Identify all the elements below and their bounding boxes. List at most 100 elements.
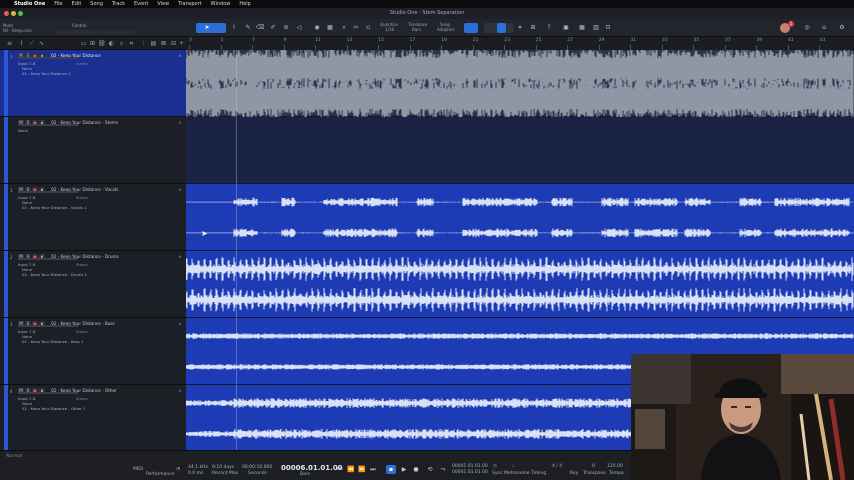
add-track-icon[interactable]: + [178, 40, 185, 47]
menu-transport[interactable]: Transport [178, 0, 201, 8]
track-lane[interactable] [186, 117, 854, 184]
scissors-tool-icon[interactable]: ✂ [352, 24, 360, 32]
play-icon[interactable]: ▶ [399, 465, 409, 474]
zoom-tool-icon[interactable]: ⌕ [340, 24, 348, 32]
track-list-icon[interactable]: ≡ [6, 40, 13, 47]
collapse-icon[interactable]: ⊟ [170, 40, 177, 47]
sync-icon[interactable]: ◎ [803, 24, 811, 32]
punch-icon[interactable]: ⤳ [438, 465, 448, 474]
track-header[interactable]: M S ● ◖ 02 - Keep Your Distance - Stems ⩘ None [0, 117, 186, 184]
menu-help[interactable]: Help [239, 0, 250, 8]
layers-icon[interactable]: ▤ [150, 40, 157, 47]
track-header[interactable]: 4 M S ● ◖ 02 - Keep Your Distance - Other ⩘ Inp… [0, 385, 186, 452]
menu-edit[interactable]: Edit [72, 0, 82, 8]
menu-song[interactable]: Song [90, 0, 103, 8]
search-icon[interactable]: ⌕ [118, 40, 125, 47]
track-volume-slider[interactable] [18, 57, 78, 59]
split-tool-icon[interactable]: ✎ [244, 24, 252, 32]
track-automation-icon[interactable]: ⩘ [178, 53, 181, 59]
menu-app[interactable]: Studio One [14, 0, 45, 8]
close-window-button[interactable] [4, 11, 9, 16]
edit-mode-icon[interactable]: ⊞ [529, 24, 537, 32]
minimize-window-button[interactable] [11, 11, 16, 16]
loop-icon[interactable]: ▪ [386, 465, 396, 474]
track-automation-icon[interactable]: ⩘ [178, 254, 181, 260]
track-lane[interactable] [186, 251, 854, 318]
snap-toggle-button[interactable] [464, 23, 478, 33]
track-volume-slider[interactable] [18, 124, 78, 126]
track-output[interactable]: 02 - Keep Your Distance - Bass 1 [22, 339, 83, 344]
snap-grid-icon[interactable]: ▦ [326, 24, 334, 32]
eraser-tool-icon[interactable]: ⌫ [256, 24, 264, 32]
panel-icon[interactable]: ▣ [562, 24, 570, 32]
track-header[interactable]: 1 M S ● ◖ 02 - Keep Your Distance - Vocals ⩘ In… [0, 184, 186, 251]
mixer-icon[interactable]: ⫶ [140, 40, 147, 47]
zoom-window-button[interactable] [18, 11, 23, 16]
track-mode[interactable]: Stereo [76, 62, 88, 66]
group-icon[interactable]: ⊞ [89, 40, 96, 47]
track-volume-slider[interactable] [18, 191, 78, 193]
track-mode[interactable]: Stereo [76, 397, 88, 401]
track-volume-slider[interactable] [18, 258, 78, 260]
track-mode[interactable]: Stereo [76, 263, 88, 267]
rewind-icon[interactable]: ⏪ [346, 465, 356, 474]
time-signature[interactable]: 4 / 4 [552, 464, 562, 469]
track-lane[interactable] [186, 184, 854, 251]
bend-tool-icon[interactable]: ◁ [295, 24, 303, 32]
fast-forward-icon[interactable]: ⏩ [357, 465, 367, 474]
settings-icon[interactable]: ⚙ [838, 24, 846, 32]
track-input[interactable]: None [18, 128, 28, 133]
paint-tool-icon[interactable]: ✐ [269, 24, 277, 32]
menu-view[interactable]: View [157, 0, 169, 8]
tag-icon[interactable]: ⌗ [128, 40, 135, 47]
range-tool-icon[interactable]: ⌇ [230, 24, 238, 32]
instrument-icon[interactable]: I [18, 40, 25, 47]
performance-meter-icon[interactable]: ◔ [176, 467, 180, 472]
audio-event-waveform[interactable] [186, 184, 854, 251]
tracklist-mode[interactable]: Normal [6, 454, 22, 459]
track-automation-icon[interactable]: ⩘ [178, 388, 181, 394]
track-lane[interactable] [186, 50, 854, 117]
link-icon[interactable]: ⛓ [98, 40, 106, 47]
quantize-value[interactable]: 1/16 [385, 27, 394, 32]
snap-value[interactable]: Adaptive [437, 27, 455, 32]
automation-icon[interactable]: ⟋ [28, 40, 35, 47]
track-automation-icon[interactable]: ⩘ [178, 187, 181, 193]
color-icon[interactable]: ◐ [108, 40, 115, 47]
loop-end[interactable]: 00001.01.01.00 [452, 470, 488, 475]
track-automation-icon[interactable]: ⩘ [178, 120, 181, 126]
arrow-tool-button[interactable] [196, 23, 226, 33]
audio-event-waveform[interactable] [186, 251, 854, 318]
track-output[interactable]: 02 - Keep Your Distance - Drums 1 [22, 272, 87, 277]
record-icon[interactable]: ● [411, 465, 421, 474]
return-to-zero-icon[interactable]: ⏮ [335, 465, 345, 474]
control-display[interactable] [55, 30, 135, 34]
position-display[interactable]: 00006.01.01.00 [281, 464, 343, 472]
track-mode[interactable]: Stereo [76, 330, 88, 334]
track-volume-slider[interactable] [18, 325, 78, 327]
track-volume-slider[interactable] [18, 392, 78, 394]
track-mode[interactable]: Stereo [76, 196, 88, 200]
menu-track[interactable]: Track [112, 0, 125, 8]
menu-event[interactable]: Event [134, 0, 148, 8]
timebase-value[interactable]: Bars [412, 27, 421, 32]
show-inspector-icon[interactable]: ⊡ [604, 24, 612, 32]
loop-toggle-icon[interactable]: ⟲ [425, 465, 435, 474]
sync-icon[interactable]: ◷ [493, 464, 497, 469]
track-output[interactable]: 02 - Keep Your Distance 1 [22, 71, 71, 76]
track-output[interactable]: 02 - Keep Your Distance - Other 1 [22, 406, 85, 411]
menu-window[interactable]: Window [211, 0, 231, 8]
menu-file[interactable]: File [54, 0, 62, 8]
layout-grid-icon[interactable]: ▦ [578, 24, 586, 32]
folder-icon[interactable]: ▭ [80, 40, 87, 47]
end-icon[interactable]: ⏭ [368, 465, 378, 474]
metronome-icon[interactable]: ♩ [512, 464, 514, 469]
timeline-ruler[interactable]: 3 5 7 9 11 13 15 17 19 21 23 25 27 29 31 33 35 37 39 41 43 [186, 37, 854, 50]
track-header[interactable]: 2 M S ● ◖ 02 - Keep Your Distance - Drums ⩘ Inp… [0, 251, 186, 318]
help-icon[interactable]: ? [545, 24, 553, 32]
mute-tool-icon[interactable]: ⊘ [282, 24, 290, 32]
view-options-icon[interactable]: ▥ [592, 24, 600, 32]
expand-icon[interactable]: ⊠ [160, 40, 167, 47]
track-output[interactable]: 02 - Keep Your Distance - Vocals 1 [22, 205, 87, 210]
transpose-value[interactable]: 0 [592, 464, 595, 469]
